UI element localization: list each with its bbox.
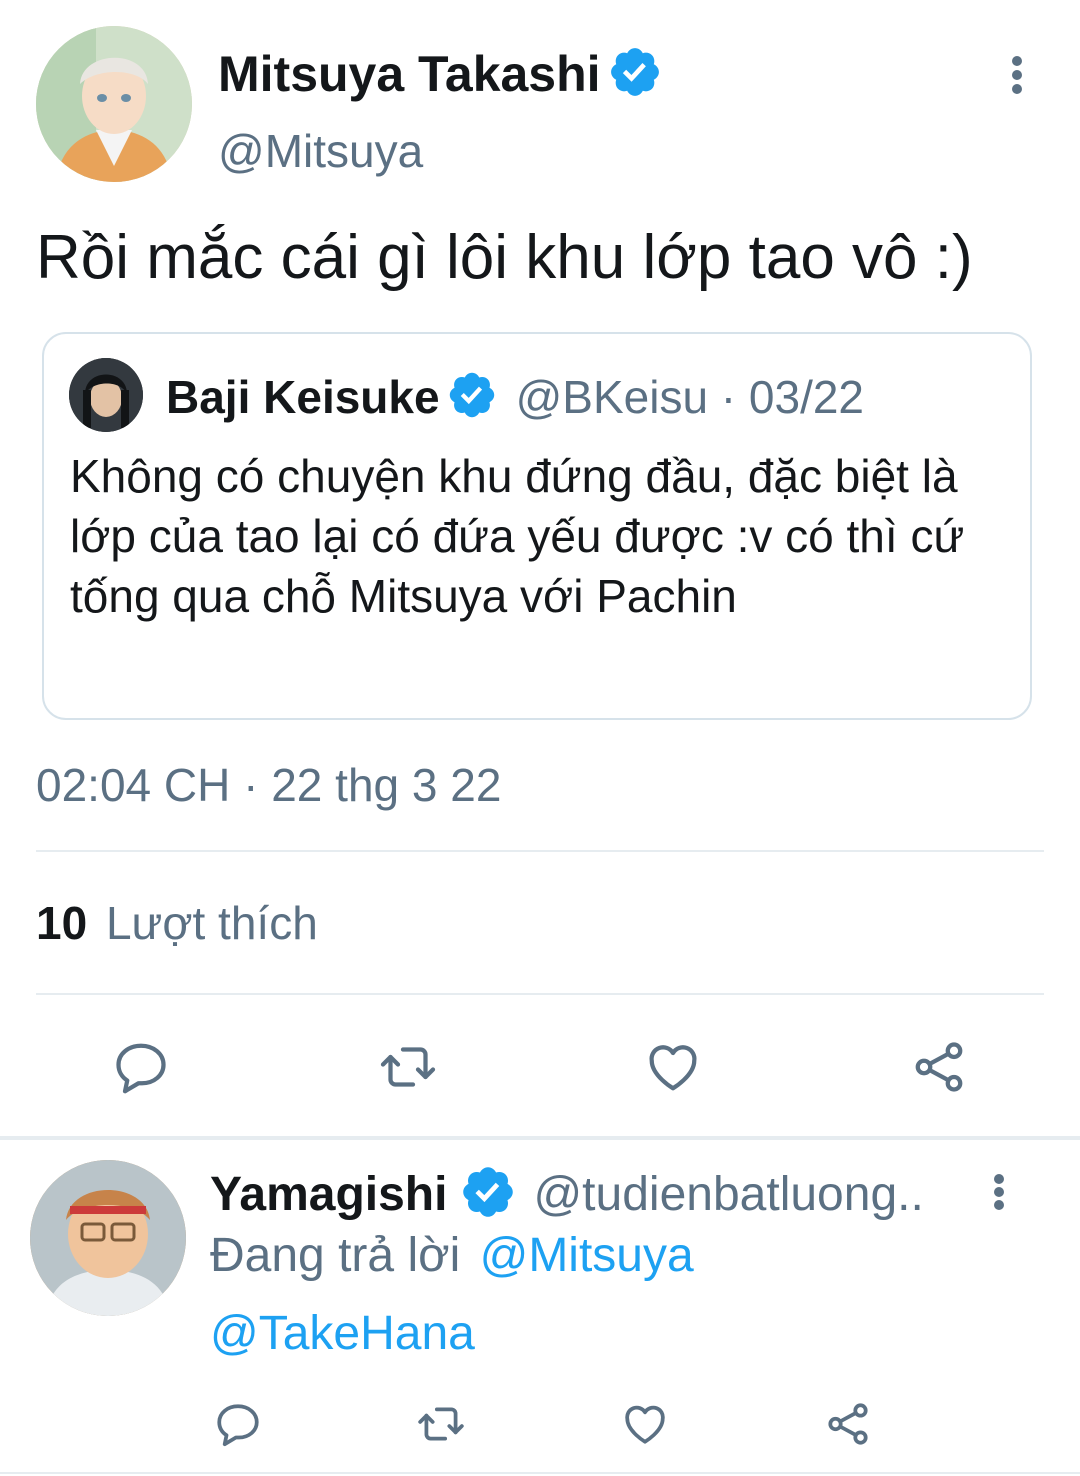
tweet-text: Rồi mắc cái gì lôi khu lớp tao vô :) xyxy=(36,223,973,292)
divider xyxy=(36,993,1044,995)
quoted-author-avatar xyxy=(69,358,143,432)
author-name-row[interactable]: Mitsuya Takashi xyxy=(218,44,663,104)
reply-author-name[interactable]: Yamagishi xyxy=(210,1167,447,1222)
avatar-image xyxy=(36,26,192,182)
retweet-icon[interactable] xyxy=(370,1032,446,1102)
replying-prefix: Đang trả lời xyxy=(210,1229,461,1282)
heart-icon[interactable] xyxy=(638,1032,708,1102)
quoted-header: Baji Keisuke @BKeisu · 03/22 xyxy=(166,366,864,428)
avatar-image xyxy=(30,1160,186,1316)
likes-stat[interactable]: 10 Lượt thích xyxy=(36,896,318,950)
likes-count: 10 xyxy=(36,897,88,949)
reply-author-avatar[interactable] xyxy=(30,1160,186,1316)
section-divider xyxy=(0,1136,1080,1140)
reply-header: Yamagishi @tudienbatluong.. xyxy=(210,1162,924,1226)
more-options-icon[interactable] xyxy=(1010,56,1024,94)
replying-to-mention[interactable]: @Mitsuya xyxy=(480,1229,694,1282)
bottom-divider xyxy=(0,1472,1080,1474)
more-options-icon[interactable] xyxy=(992,1174,1006,1210)
verified-badge-icon xyxy=(446,369,498,426)
reply-icon[interactable] xyxy=(210,1396,266,1452)
reply-author-handle[interactable]: @tudienbatluong.. xyxy=(533,1167,923,1222)
tweet-timestamp: 02:04 CH · 22 thg 3 22 xyxy=(36,759,502,811)
verified-badge-icon xyxy=(607,44,663,105)
author-name[interactable]: Mitsuya Takashi xyxy=(218,45,601,103)
likes-label: Lượt thích xyxy=(105,897,318,949)
reply-tweet-text[interactable]: @TakeHana xyxy=(210,1306,475,1361)
author-avatar[interactable] xyxy=(36,26,192,182)
replying-to-line: Đang trả lời @Mitsuya xyxy=(210,1228,694,1283)
retweet-icon[interactable] xyxy=(410,1396,472,1452)
verified-badge-icon xyxy=(459,1163,517,1226)
quoted-tweet-text: Không có chuyện khu đứng đầu, đặc biệt l… xyxy=(70,450,965,622)
quoted-handle-date: @BKeisu · 03/22 xyxy=(515,371,865,423)
heart-icon[interactable] xyxy=(616,1396,674,1452)
share-icon[interactable] xyxy=(904,1032,974,1102)
quoted-tweet-card[interactable]: Baji Keisuke @BKeisu · 03/22 Không có ch… xyxy=(42,332,1032,720)
share-icon[interactable] xyxy=(820,1396,876,1452)
reply-icon[interactable] xyxy=(106,1032,176,1102)
quoted-author-name[interactable]: Baji Keisuke xyxy=(166,370,440,424)
divider xyxy=(36,850,1044,852)
author-handle[interactable]: @Mitsuya xyxy=(218,124,423,178)
